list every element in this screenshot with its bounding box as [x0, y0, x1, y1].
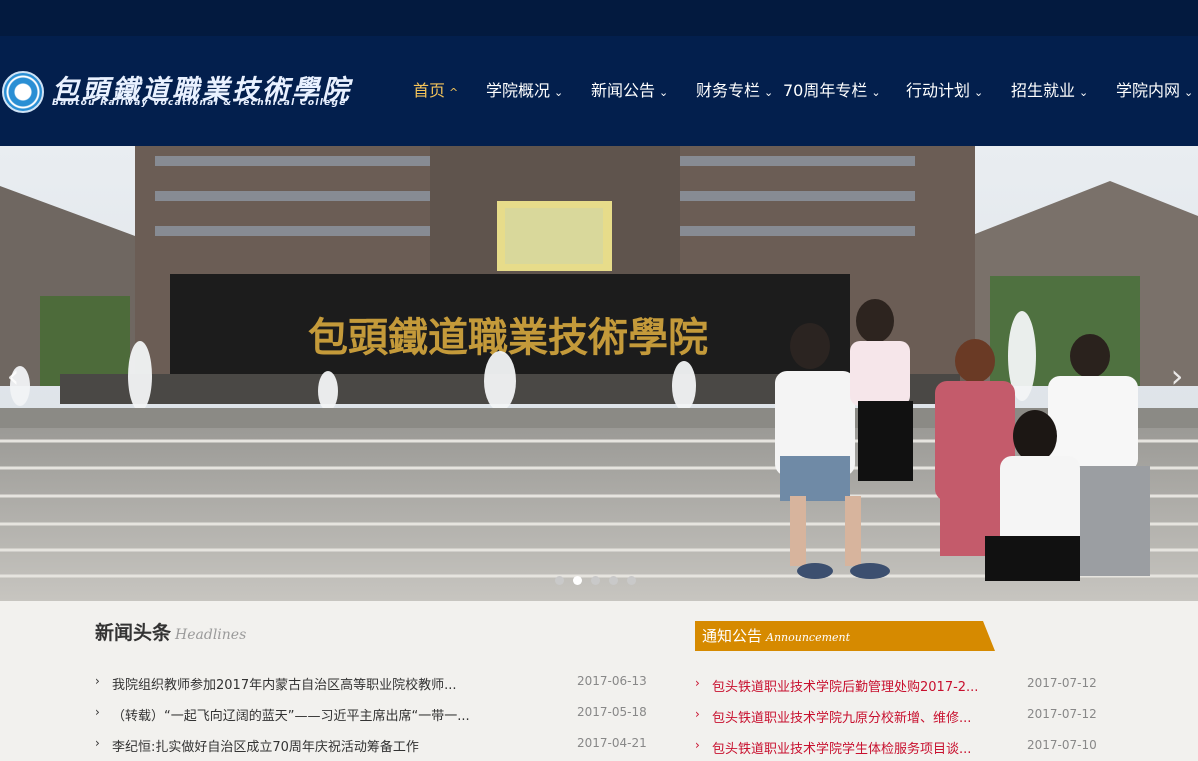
- headlines-section: 新闻头条 Headlines › 我院组织教师参加2017年内蒙古自治区高等职业院…: [95, 618, 655, 755]
- slider-dot-4[interactable]: [609, 576, 618, 585]
- hero-slider[interactable]: 包頭鐵道職業技術學院 ‹ ›: [0, 146, 1198, 601]
- news-link[interactable]: 我院组织教师参加2017年内蒙古自治区高等职业院校教师...: [112, 674, 512, 693]
- top-strip: [0, 0, 1198, 36]
- chevron-right-icon: ›: [95, 736, 100, 750]
- slider-dot-5[interactable]: [627, 576, 636, 585]
- slider-next-arrow[interactable]: ›: [1166, 356, 1188, 396]
- chevron-down-icon: ⌄: [871, 86, 881, 99]
- slider-dot-2[interactable]: [573, 576, 582, 585]
- nav-label: 行动计划: [906, 81, 971, 100]
- headlines-subtitle: Headlines: [175, 627, 247, 643]
- headlines-heading: 新闻头条 Headlines: [95, 618, 655, 645]
- announcement-link[interactable]: 包头铁道职业技术学院九原分校新增、维修...: [712, 707, 997, 726]
- slider-dot-3[interactable]: [591, 576, 600, 585]
- chevron-down-icon: ⌄: [659, 86, 669, 99]
- nav-label: 首页: [413, 81, 446, 100]
- announcement-date: 2017-07-10: [1027, 738, 1097, 752]
- logo-name-en: Baotou Railway Vocational & Technical Co…: [52, 98, 347, 108]
- chevron-down-icon: ⌄: [554, 86, 564, 99]
- nav-label: 新闻公告: [591, 81, 656, 100]
- news-link[interactable]: （转载）“一起飞向辽阔的蓝天”——习近平主席出席“一带一...: [112, 705, 512, 724]
- announcement-date: 2017-07-12: [1027, 676, 1097, 690]
- chevron-right-icon: ›: [695, 707, 700, 721]
- news-date: 2017-04-21: [577, 736, 647, 750]
- header-corner-cut: [983, 621, 995, 651]
- nav-item-intranet[interactable]: 学院内网 ⌄: [1116, 78, 1193, 104]
- nav-item-finance[interactable]: 财务专栏 ⌄: [696, 78, 773, 104]
- nav-item-about[interactable]: 学院概况 ⌄: [486, 78, 563, 104]
- chevron-right-icon: ›: [95, 705, 100, 719]
- announcement-title: 通知公告: [702, 627, 763, 645]
- headlines-title: 新闻头条: [95, 622, 172, 644]
- announcement-subtitle: Announcement: [766, 631, 851, 644]
- news-item[interactable]: › 李纪恒:扎实做好自治区成立70周年庆祝活动筹备工作 2017-04-21: [95, 736, 655, 758]
- announcement-item[interactable]: › 包头铁道职业技术学院九原分校新增、维修... 2017-07-12: [695, 707, 1115, 729]
- nav-label: 学院内网: [1116, 81, 1181, 100]
- announcement-link[interactable]: 包头铁道职业技术学院后勤管理处购2017-2...: [712, 676, 997, 695]
- nav-label: 招生就业: [1011, 81, 1076, 100]
- college-emblem-icon: [2, 71, 44, 113]
- announcement-item[interactable]: › 包头铁道职业技术学院后勤管理处购2017-2... 2017-07-12: [695, 676, 1115, 698]
- chevron-down-icon: ⌄: [974, 86, 984, 99]
- nav-item-news[interactable]: 新闻公告 ⌄: [591, 78, 668, 104]
- announcement-header: 通知公告 Announcement: [695, 621, 995, 651]
- chevron-right-icon: ›: [95, 674, 100, 688]
- chevron-down-icon: ⌄: [1079, 86, 1089, 99]
- chevron-down-icon: ⌄: [1184, 86, 1194, 99]
- news-item[interactable]: › （转载）“一起飞向辽阔的蓝天”——习近平主席出席“一带一... 2017-0…: [95, 705, 655, 727]
- nav-label: 学院概况: [486, 81, 551, 100]
- announcement-item[interactable]: › 包头铁道职业技术学院学生体检服务项目谈... 2017-07-10: [695, 738, 1115, 760]
- chevron-right-icon: ›: [695, 738, 700, 752]
- news-date: 2017-05-18: [577, 705, 647, 719]
- news-item[interactable]: › 我院组织教师参加2017年内蒙古自治区高等职业院校教师... 2017-06…: [95, 674, 655, 696]
- news-link[interactable]: 李纪恒:扎实做好自治区成立70周年庆祝活动筹备工作: [112, 736, 512, 755]
- chevron-down-icon: ⌄: [764, 86, 774, 99]
- nav-item-action-plan[interactable]: 行动计划 ⌄: [906, 78, 983, 104]
- slider-prev-arrow[interactable]: ‹: [2, 356, 24, 396]
- nav-item-admissions[interactable]: 招生就业 ⌄: [1011, 78, 1088, 104]
- site-logo[interactable]: 包頭鐵道職業技術學院 Baotou Railway Vocational & T…: [0, 70, 349, 115]
- announcement-link[interactable]: 包头铁道职业技术学院学生体检服务项目谈...: [712, 738, 997, 757]
- chevron-up-icon: ^: [449, 86, 459, 99]
- announcement-heading: 通知公告 Announcement: [702, 625, 850, 646]
- news-date: 2017-06-13: [577, 674, 647, 688]
- wall-inscription: 包頭鐵道職業技術學院: [308, 314, 708, 361]
- nav-item-70th[interactable]: 70周年专栏 ⌄: [783, 78, 881, 104]
- slider-dot-1[interactable]: [555, 576, 564, 585]
- nav-label: 财务专栏: [696, 81, 761, 100]
- announcement-date: 2017-07-12: [1027, 707, 1097, 721]
- hero-campus-photo: 包頭鐵道職業技術學院: [0, 146, 1198, 601]
- chevron-right-icon: ›: [695, 676, 700, 690]
- nav-item-home[interactable]: 首页 ^: [413, 78, 458, 104]
- nav-label: 70周年专栏: [783, 81, 868, 100]
